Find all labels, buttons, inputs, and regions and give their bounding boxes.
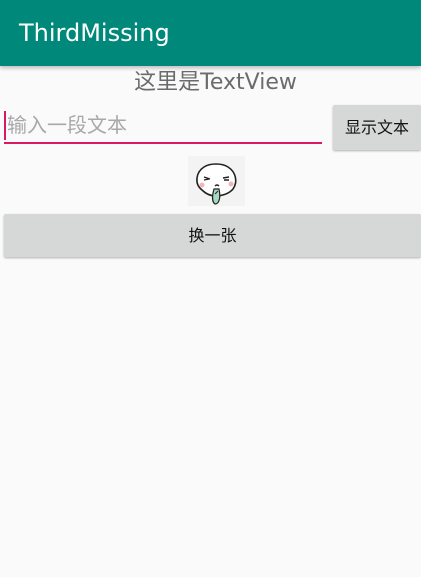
app-bar: ThirdMissing xyxy=(0,0,421,66)
text-cursor xyxy=(4,111,6,140)
app-title: ThirdMissing xyxy=(19,19,170,47)
input-underline xyxy=(4,142,322,144)
swap-image-button[interactable]: 换一张 xyxy=(4,214,421,257)
text-view: 这里是TextView xyxy=(134,70,297,95)
show-text-button[interactable]: 显示文本 xyxy=(333,105,421,150)
cartoon-face-icon xyxy=(188,156,245,206)
text-input[interactable] xyxy=(4,108,322,142)
text-input-container[interactable] xyxy=(4,108,322,144)
